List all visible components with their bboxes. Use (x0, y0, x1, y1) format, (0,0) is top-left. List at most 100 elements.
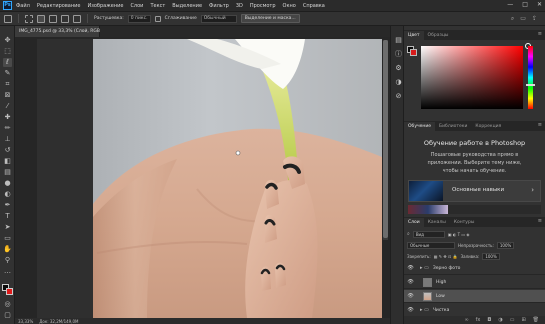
marquee-icon[interactable]: ⬚ (3, 47, 12, 56)
tab-adjustments[interactable]: Коррекция (471, 122, 505, 131)
menu-image[interactable]: Изображение (87, 3, 123, 9)
feather-input[interactable]: 0 пикс. (127, 14, 151, 23)
workspace-icon[interactable]: ▭ (520, 15, 526, 23)
zoom-level[interactable]: 33,33% (18, 319, 33, 324)
healing-icon[interactable]: ✚ (3, 113, 12, 122)
zoom-icon[interactable]: ⚲ (3, 256, 12, 265)
tab-libraries[interactable]: Библиотеки (435, 122, 471, 131)
add-mask-icon[interactable]: ◘ (487, 316, 491, 324)
quick-select-icon[interactable]: ✎ (3, 69, 12, 78)
histogram-icon[interactable]: ▤ (394, 36, 403, 45)
crop-icon[interactable]: ⌗ (3, 80, 12, 89)
eyedropper-icon[interactable]: ⁄ (3, 102, 12, 111)
home-icon[interactable] (4, 14, 12, 23)
tab-paths[interactable]: Контуры (450, 218, 479, 227)
menu-layers[interactable]: Слои (130, 3, 143, 9)
vertical-scroll-thumb[interactable] (383, 40, 388, 238)
lock-icons[interactable]: ▦ ✎ ✥ ⊡ 🔒 (434, 254, 458, 259)
delete-layer-icon[interactable]: 🗑 (533, 316, 539, 324)
learn-card-basics[interactable]: Основные навыки › (408, 180, 541, 202)
document-info[interactable]: Док: 32,2M/149,0M (39, 319, 78, 324)
lasso-icon[interactable]: ℓ (3, 58, 12, 67)
eraser-icon[interactable]: ◧ (3, 157, 12, 166)
dodge-icon[interactable]: ◐ (3, 190, 12, 199)
type-icon[interactable]: T (3, 212, 12, 221)
panel-menu-icon[interactable]: ≡ (538, 218, 542, 224)
layer-row-selected[interactable]: 👁 Low (404, 290, 545, 303)
fill-input[interactable]: 100% (482, 252, 500, 260)
menu-view[interactable]: Просмотр (250, 3, 276, 9)
layer-filter-select[interactable]: Вид (412, 230, 445, 238)
visibility-eye-icon[interactable]: 👁 (407, 293, 414, 299)
fx-icon[interactable]: fx (476, 316, 481, 324)
menu-select[interactable]: Выделение (172, 3, 202, 9)
subtract-selection-icon[interactable] (61, 14, 69, 23)
minimize-button[interactable]: — (507, 1, 513, 8)
search-icon[interactable]: ⌕ (511, 15, 514, 23)
hand-icon[interactable]: ✋ (3, 245, 12, 254)
select-and-mask-button[interactable]: Выделение и маска... (240, 14, 300, 23)
adjustments-icon[interactable]: ◑ (394, 78, 403, 87)
more-icon[interactable]: … (3, 267, 12, 276)
quick-mask-icon[interactable]: ◎ (3, 300, 12, 309)
history-icon[interactable]: ⊘ (394, 92, 403, 101)
path-select-icon[interactable]: ➤ (3, 223, 12, 232)
document-tab[interactable]: IMG_4775.psd @ 33,3% (Слой, RGB/8*) × (15, 26, 116, 37)
antialias-checkbox[interactable] (154, 15, 161, 22)
brush-icon[interactable]: ✏ (3, 124, 12, 133)
new-selection-icon[interactable] (37, 14, 45, 23)
close-window-button[interactable]: ✕ (537, 1, 542, 8)
color-panel-background[interactable] (410, 49, 417, 56)
menu-help[interactable]: Справка (303, 3, 325, 9)
tab-swatches[interactable]: Образцы (424, 31, 453, 40)
color-picker-field[interactable] (421, 46, 523, 109)
visibility-eye-icon[interactable]: 👁 (407, 279, 414, 285)
layer-row[interactable]: 👁 High (404, 276, 545, 289)
filter-icons[interactable]: ▣ ◐ T ▭ ◈ (448, 232, 470, 237)
move-icon[interactable]: ✥ (3, 36, 12, 45)
stamp-icon[interactable]: ⊥ (3, 135, 12, 144)
blend-mode-select[interactable]: Обычные (407, 241, 455, 249)
visibility-eye-icon[interactable]: 👁 (407, 265, 414, 271)
menu-edit[interactable]: Редактирование (37, 3, 81, 9)
hue-slider[interactable] (528, 46, 533, 109)
visibility-eye-icon[interactable]: 👁 (407, 307, 414, 313)
link-layers-icon[interactable]: ∞ (464, 316, 468, 324)
blur-icon[interactable]: ● (3, 179, 12, 188)
new-layer-icon[interactable]: ⊞ (521, 316, 525, 324)
share-icon[interactable]: ⇪ (532, 15, 537, 23)
history-brush-icon[interactable]: ↺ (3, 146, 12, 155)
intersect-selection-icon[interactable] (73, 14, 81, 23)
tab-layers[interactable]: Слои (404, 218, 424, 227)
gradient-icon[interactable]: ▤ (3, 168, 12, 177)
opacity-input[interactable]: 100% (496, 241, 515, 249)
style-select[interactable]: Обычный (200, 14, 237, 23)
screen-mode-icon[interactable]: ▢ (3, 311, 12, 320)
menu-window[interactable]: Окно (283, 3, 296, 9)
panel-menu-icon[interactable]: ≡ (538, 31, 542, 37)
pen-icon[interactable]: ✒ (3, 201, 12, 210)
layer-row[interactable]: 👁 ▸ ▭ Зерно фото (404, 262, 545, 275)
shape-icon[interactable]: ▭ (3, 234, 12, 243)
panel-menu-icon[interactable]: ≡ (538, 122, 542, 128)
frame-icon[interactable]: ⊠ (3, 91, 12, 100)
properties-icon[interactable]: ⚙ (394, 64, 403, 73)
marquee-tool-preset-icon[interactable] (25, 14, 33, 23)
add-selection-icon[interactable] (49, 14, 57, 23)
tab-channels[interactable]: Каналы (424, 218, 450, 227)
menu-filter[interactable]: Фильтр (209, 3, 229, 9)
background-color-swatch[interactable] (6, 288, 13, 295)
info-icon[interactable]: ⓘ (394, 50, 403, 59)
tab-learn[interactable]: Обучение (404, 122, 436, 131)
menu-file[interactable]: Файл (16, 3, 30, 9)
menu-3d[interactable]: 3D (236, 3, 243, 9)
document-canvas-photo[interactable] (37, 39, 382, 318)
tab-color[interactable]: Цвет (404, 31, 424, 40)
new-group-icon[interactable]: ▭ (510, 316, 515, 324)
hue-slider-handle[interactable] (526, 84, 535, 86)
maximize-button[interactable]: □ (522, 1, 528, 8)
menu-type[interactable]: Текст (150, 3, 165, 9)
adjustment-layer-icon[interactable]: ◑ (498, 316, 502, 324)
learn-card-thumbnail (409, 181, 443, 201)
learn-card-next[interactable] (408, 205, 541, 214)
